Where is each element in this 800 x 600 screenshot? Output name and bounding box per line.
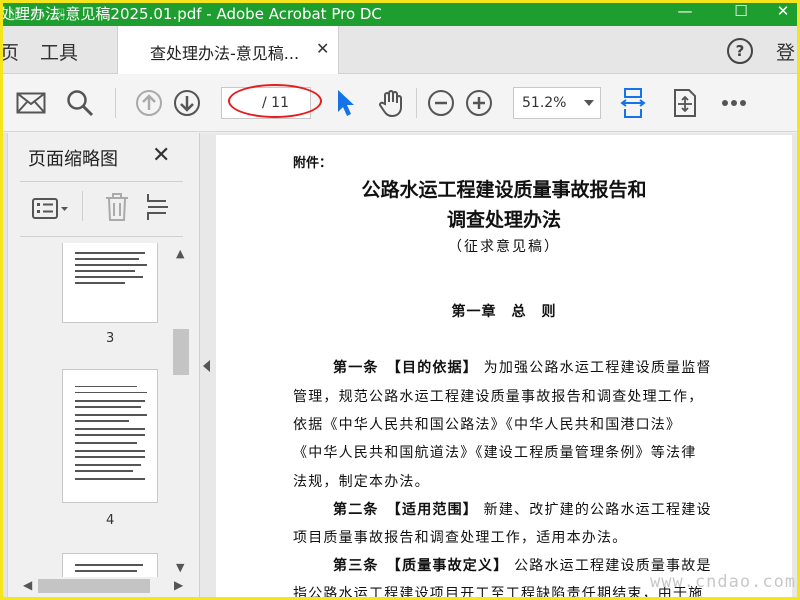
login-link[interactable]: 登 — [776, 38, 795, 65]
close-panel-icon[interactable]: ✕ — [152, 143, 170, 168]
site-watermark: www.cndao.com — [650, 572, 797, 592]
thumbnail-panel: 页面缩略图 ✕ 3 4 ▲ ▼ ◀ ▶ — [0, 133, 200, 600]
document-tab-label: 查处理办法-意见稿... — [150, 44, 300, 63]
trash-icon[interactable] — [104, 192, 130, 226]
close-tab-icon[interactable]: ✕ — [316, 39, 329, 58]
tools-tab[interactable]: 工具 — [40, 38, 78, 65]
scroll-right-icon[interactable]: ▶ — [174, 578, 183, 592]
zoom-out-icon[interactable] — [426, 88, 456, 118]
zoom-in-icon[interactable] — [464, 88, 494, 118]
article-2-line-2: 项目质量事故报告和调查处理工作，适用本办法。 — [293, 530, 628, 546]
more-icon[interactable] — [719, 88, 749, 118]
hand-icon[interactable] — [376, 88, 406, 118]
panel-divider — [20, 236, 183, 237]
page-number-field[interactable]: / 11 — [221, 87, 311, 119]
page-thumbnail-label: 3 — [106, 331, 115, 346]
toolbar-divider — [115, 88, 116, 118]
corner-watermark: 道 标 网 — [10, 8, 68, 23]
next-page-icon[interactable] — [172, 88, 202, 118]
fit-width-icon[interactable] — [618, 88, 648, 118]
panel-edge — [0, 133, 8, 600]
menu-bar: 页 工具 查处理办法-意见稿... ✕ ? 登 — [0, 26, 800, 74]
scrollbar-thumb[interactable] — [173, 329, 189, 375]
zoom-value: 51.2% — [522, 95, 567, 111]
hscrollbar-thumb[interactable] — [38, 579, 150, 593]
article-3-heading: 第三条 【质量事故定义】 — [333, 558, 509, 574]
select-cursor-icon[interactable] — [330, 88, 360, 118]
title-bar: 处理办法-意见稿2025.01.pdf - Adobe Acrobat Pro … — [0, 0, 800, 26]
document-tab[interactable]: 查处理办法-意见稿... ✕ — [117, 26, 339, 74]
article-1-line-4: 《中华人民共和国航道法》《建设工程质量管理条例》等法律 — [293, 445, 697, 461]
thumbnail-list: 3 4 — [20, 243, 172, 577]
full-screen-icon[interactable] — [670, 88, 700, 118]
insert-page-icon[interactable] — [146, 192, 170, 226]
help-icon[interactable]: ? — [727, 38, 753, 64]
article-1-line-3: 依据《中华人民共和国公路法》《中华人民共和国港口法》 — [293, 417, 682, 433]
toolbar-divider — [416, 88, 417, 118]
scroll-down-icon[interactable]: ▼ — [176, 561, 184, 574]
scroll-left-icon[interactable]: ◀ — [23, 578, 32, 592]
chapter-heading: 第一章 总 则 — [451, 304, 557, 320]
zoom-select[interactable]: 51.2% — [513, 87, 601, 119]
panel-tools-divider — [82, 191, 83, 221]
page-total: / 11 — [262, 95, 289, 111]
prev-page-icon[interactable] — [134, 88, 164, 118]
options-menu-icon[interactable] — [32, 197, 70, 225]
article-1-line-5: 法规，制定本办法。 — [293, 474, 430, 490]
maximize-button[interactable]: ☐ — [718, 0, 764, 26]
page-number-input[interactable] — [226, 93, 256, 113]
page-thumbnail-3[interactable] — [62, 243, 158, 323]
page-thumbnail-4[interactable] — [62, 369, 158, 503]
close-window-button[interactable]: ✕ — [760, 0, 800, 26]
toolbar: / 11 51.2% — [0, 74, 800, 132]
mail-icon[interactable] — [16, 88, 46, 118]
thumbnail-scrollbar[interactable]: ▲ ▼ — [172, 243, 190, 577]
article-2-heading: 第二条 【适用范围】 — [333, 502, 478, 518]
document-title-line-1: 公路水运工程建设质量事故报告和 — [361, 179, 647, 201]
scroll-up-icon[interactable]: ▲ — [176, 247, 184, 260]
panel-toolbar — [20, 189, 183, 229]
minimize-button[interactable]: — — [662, 0, 708, 26]
home-tab[interactable]: 页 — [0, 38, 19, 65]
article-1-line-2: 管理，规范公路水运工程建设质量事故报告和调查处理工作， — [293, 389, 704, 405]
panel-title: 页面缩略图 — [28, 149, 118, 170]
article-1-line-1: 第一条 【目的依据】 为加强公路水运工程建设质量监督 — [333, 360, 712, 376]
document-title-line-2: 调查处理办法 — [446, 209, 561, 231]
page-thumbnail-5[interactable] — [62, 553, 158, 577]
document-subtitle: （征求意见稿） — [448, 239, 560, 255]
attachment-label: 附件： — [293, 156, 333, 171]
document-page: 附件： 公路水运工程建设质量事故报告和 调查处理办法 （征求意见稿） 第一章 总… — [216, 135, 792, 600]
panel-divider — [20, 181, 183, 182]
chevron-down-icon[interactable] — [584, 100, 594, 106]
thumbnail-hscrollbar[interactable]: ◀ ▶ — [20, 577, 190, 595]
collapse-panel-icon[interactable] — [203, 360, 210, 372]
search-icon[interactable] — [65, 88, 95, 118]
article-1-heading: 第一条 【目的依据】 — [333, 360, 478, 376]
article-2-line-1: 第二条 【适用范围】 新建、改扩建的公路水运工程建设 — [333, 502, 712, 518]
page-thumbnail-label: 4 — [106, 513, 115, 528]
